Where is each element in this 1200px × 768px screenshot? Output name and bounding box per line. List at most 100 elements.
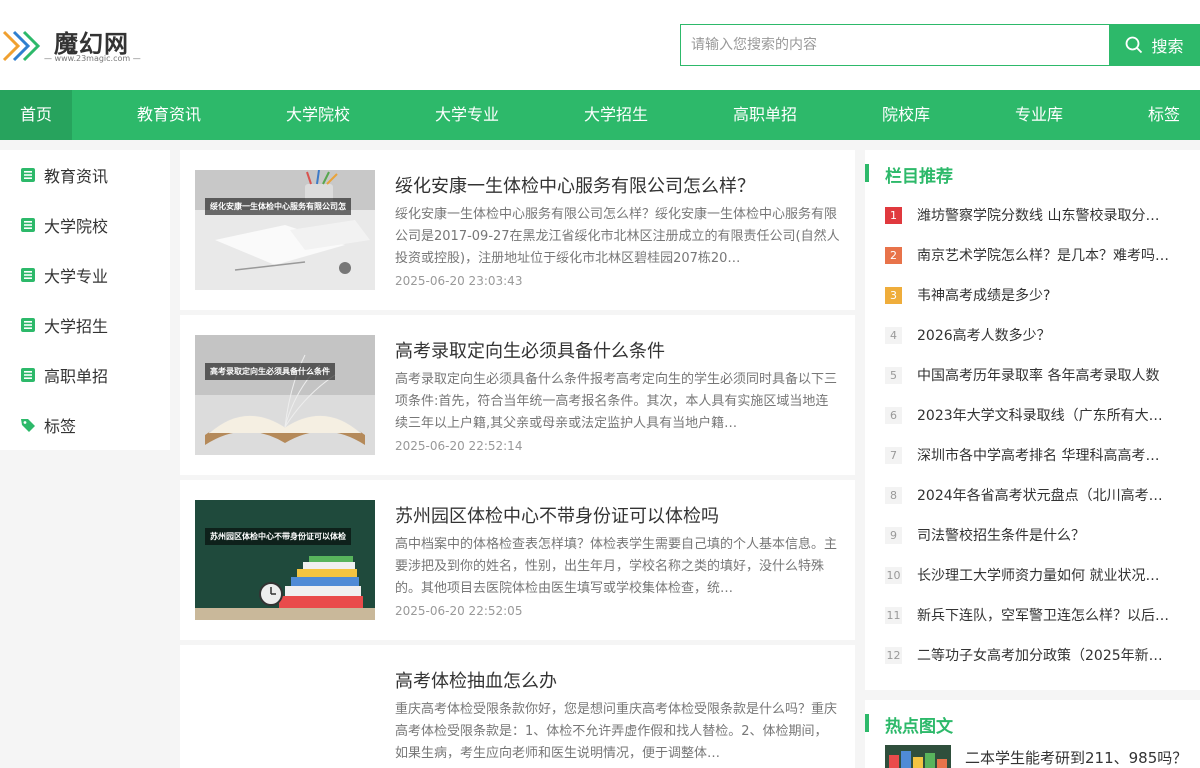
logo-icon (2, 30, 41, 62)
rank-title: 长沙理工大学师资力量如何 就业状况介绍 (917, 568, 1173, 584)
sidebar-item-universities[interactable]: 大学院校 (0, 200, 170, 250)
article-summary: 重庆高考体检受限条款你好，您是想问重庆高考体检受限条款是什么吗？重庆高考体检受限… (395, 702, 838, 761)
search-button[interactable]: 搜索 (1109, 24, 1200, 66)
hot-item-title: 二本学生能考研到211、985吗？ (965, 749, 1188, 767)
recommend-panel: 栏目推荐 1 潍坊警察学院分数线 山东警校录取分数线 2 南京艺术学院怎么样？是几本… (865, 150, 1200, 690)
rank-item[interactable]: 11 新兵下连队，空军警卫连怎么样？以后… (885, 595, 1190, 635)
rank-item[interactable]: 8 2024年各省高考状元盘点（北川高考加… (885, 475, 1190, 515)
nav-item-majors[interactable]: 大学专业 (418, 90, 516, 140)
article-summary: 高中档案中的体格检查表怎样填？体检表学生需要自己填的个人基本信息。主要涉把及到你… (395, 537, 838, 596)
list-icon (20, 167, 36, 183)
rank-title: 2024年各省高考状元盘点（北川高考加… (917, 488, 1173, 504)
rank-number: 3 (885, 286, 902, 304)
article-summary: 绥化安康一生体检中心服务有限公司怎么样？绥化安康一生体检中心服务有限公司是201… (395, 207, 840, 266)
nav-item-vocational[interactable]: 高职单招 (716, 90, 814, 140)
rank-title: 司法警校招生条件是什么？ (917, 528, 1085, 544)
article-summary: 高考录取定向生必须具备什么条件报考高考定向生的学生必须同时具备以下三项条件:首先… (395, 372, 838, 431)
article-card: 高考体检抽血怎么办 重庆高考体检受限条款你好，您是想问重庆高考体检受限条款是什么… (180, 645, 855, 768)
article-title[interactable]: 高考体检抽血怎么办 (395, 667, 557, 693)
site-logo[interactable]: 魔幻网 — www.23magic.com — (0, 24, 150, 68)
category-sidebar: 教育资讯 大学院校 大学专业 大学招生 高职单招 标签 (0, 150, 170, 450)
rank-number: 4 (885, 326, 902, 344)
article-date: 2025-06-20 23:03:43 (395, 274, 523, 288)
hot-title: 热点图文 (865, 712, 953, 737)
sidebar-item-admissions[interactable]: 大学招生 (0, 300, 170, 350)
article-title[interactable]: 苏州园区体检中心不带身份证可以体检吗 (395, 502, 719, 528)
search-button-label: 搜索 (1151, 37, 1184, 56)
nav-item-education-news[interactable]: 教育资讯 (120, 90, 218, 140)
chalkboard-image (195, 500, 375, 620)
sidebar-item-vocational[interactable]: 高职单招 (0, 350, 170, 400)
rank-title: 南京艺术学院怎么样？是几本？难考吗… (917, 248, 1169, 264)
nav-item-home[interactable]: 首页 (0, 90, 72, 140)
list-icon (20, 367, 36, 383)
rank-item[interactable]: 4 2026高考人数多少？ (885, 315, 1190, 355)
nav-item-tags[interactable]: 标签 (1131, 90, 1197, 140)
search-icon (1126, 36, 1143, 54)
article-date: 2025-06-20 22:52:05 (395, 604, 523, 618)
header: 魔幻网 — www.23magic.com — 搜索 (0, 0, 1200, 90)
sidebar-item-tags[interactable]: 标签 (0, 400, 170, 450)
article-date: 2025-06-20 22:52:14 (395, 439, 523, 453)
rank-item[interactable]: 12 二等功子女高考加分政策（2025年新高… (885, 635, 1190, 675)
books-image (885, 745, 951, 768)
article-title[interactable]: 绥化安康一生体检中心服务有限公司怎么样？ (395, 172, 755, 198)
sidebar-item-label: 教育资讯 (44, 167, 109, 186)
sidebar-item-label: 大学招生 (44, 317, 109, 336)
book-image (195, 335, 375, 455)
rank-title: 新兵下连队，空军警卫连怎么样？以后… (917, 608, 1169, 624)
article-card: 绥化安康一生体检中心服务有限公司怎 绥化安康一生体检中心服务有限公司怎么样？ 绥… (180, 150, 855, 310)
rank-number: 2 (885, 246, 902, 264)
article-card: 高考录取定向生必须具备什么条件 高考录取定向生必须具备什么条件 高考录取定向生必… (180, 315, 855, 475)
rank-title: 2023年大学文科录取线（广东所有大学… (917, 408, 1173, 424)
rank-item[interactable]: 7 深圳市各中学高考排名 华理科高高考升… (885, 435, 1190, 475)
thumbnail-caption: 高考录取定向生必须具备什么条件 (205, 363, 335, 380)
rank-item[interactable]: 9 司法警校招生条件是什么？ (885, 515, 1190, 555)
rank-number: 10 (885, 566, 902, 584)
rank-number: 9 (885, 526, 902, 544)
rank-item[interactable]: 1 潍坊警察学院分数线 山东警校录取分数线 (885, 195, 1190, 235)
desk-image (195, 170, 375, 290)
sidebar-item-majors[interactable]: 大学专业 (0, 250, 170, 300)
search-box (680, 24, 1110, 66)
nav-item-school-db[interactable]: 院校库 (865, 90, 947, 140)
rank-number: 6 (885, 406, 902, 424)
rank-number: 11 (885, 606, 902, 624)
thumbnail-caption: 苏州园区体检中心不带身份证可以体检 (205, 528, 351, 545)
rank-item[interactable]: 10 长沙理工大学师资力量如何 就业状况介绍 (885, 555, 1190, 595)
rank-number: 1 (885, 206, 902, 224)
site-domain: — www.23magic.com — (44, 54, 141, 63)
article-thumbnail[interactable]: 苏州园区体检中心不带身份证可以体检 (195, 500, 375, 620)
article-thumbnail[interactable]: 绥化安康一生体检中心服务有限公司怎 (195, 170, 375, 290)
sidebar-item-education-news[interactable]: 教育资讯 (0, 150, 170, 200)
rank-item[interactable]: 3 韦神高考成绩是多少? (885, 275, 1190, 315)
list-icon (20, 217, 36, 233)
article-card: 苏州园区体检中心不带身份证可以体检 苏州园区体检中心不带身份证可以体检吗 高中档… (180, 480, 855, 640)
hot-item[interactable]: 二本学生能考研到211、985吗？ (885, 745, 1190, 768)
search-input[interactable] (681, 25, 1110, 65)
rank-item[interactable]: 2 南京艺术学院怎么样？是几本？难考吗… (885, 235, 1190, 275)
rank-number: 8 (885, 486, 902, 504)
rank-title: 2026高考人数多少？ (917, 328, 1051, 344)
thumbnail-caption: 绥化安康一生体检中心服务有限公司怎 (205, 198, 351, 215)
sidebar-item-label: 高职单招 (44, 367, 109, 386)
sidebar-item-label: 标签 (44, 417, 77, 436)
nav-item-universities[interactable]: 大学院校 (269, 90, 367, 140)
sidebar-item-label: 大学院校 (44, 217, 109, 236)
article-thumbnail[interactable]: 高考录取定向生必须具备什么条件 (195, 335, 375, 455)
sidebar-item-label: 大学专业 (44, 267, 109, 286)
nav-item-admissions[interactable]: 大学招生 (567, 90, 665, 140)
rank-title: 二等功子女高考加分政策（2025年新高… (917, 648, 1173, 664)
hot-panel: 热点图文 二本学生能考研到211、985吗？ (865, 700, 1200, 768)
rank-item[interactable]: 5 中国高考历年录取率 各年高考录取人数 (885, 355, 1190, 395)
tag-icon (20, 417, 36, 433)
rank-number: 7 (885, 446, 902, 464)
list-icon (20, 317, 36, 333)
rank-title: 中国高考历年录取率 各年高考录取人数 (917, 368, 1160, 384)
article-title[interactable]: 高考录取定向生必须具备什么条件 (395, 337, 665, 363)
rank-item[interactable]: 6 2023年大学文科录取线（广东所有大学… (885, 395, 1190, 435)
nav-item-major-db[interactable]: 专业库 (998, 90, 1080, 140)
hot-thumbnail (885, 745, 951, 768)
rank-number: 5 (885, 366, 902, 384)
rank-title: 潍坊警察学院分数线 山东警校录取分数线 (917, 208, 1173, 224)
